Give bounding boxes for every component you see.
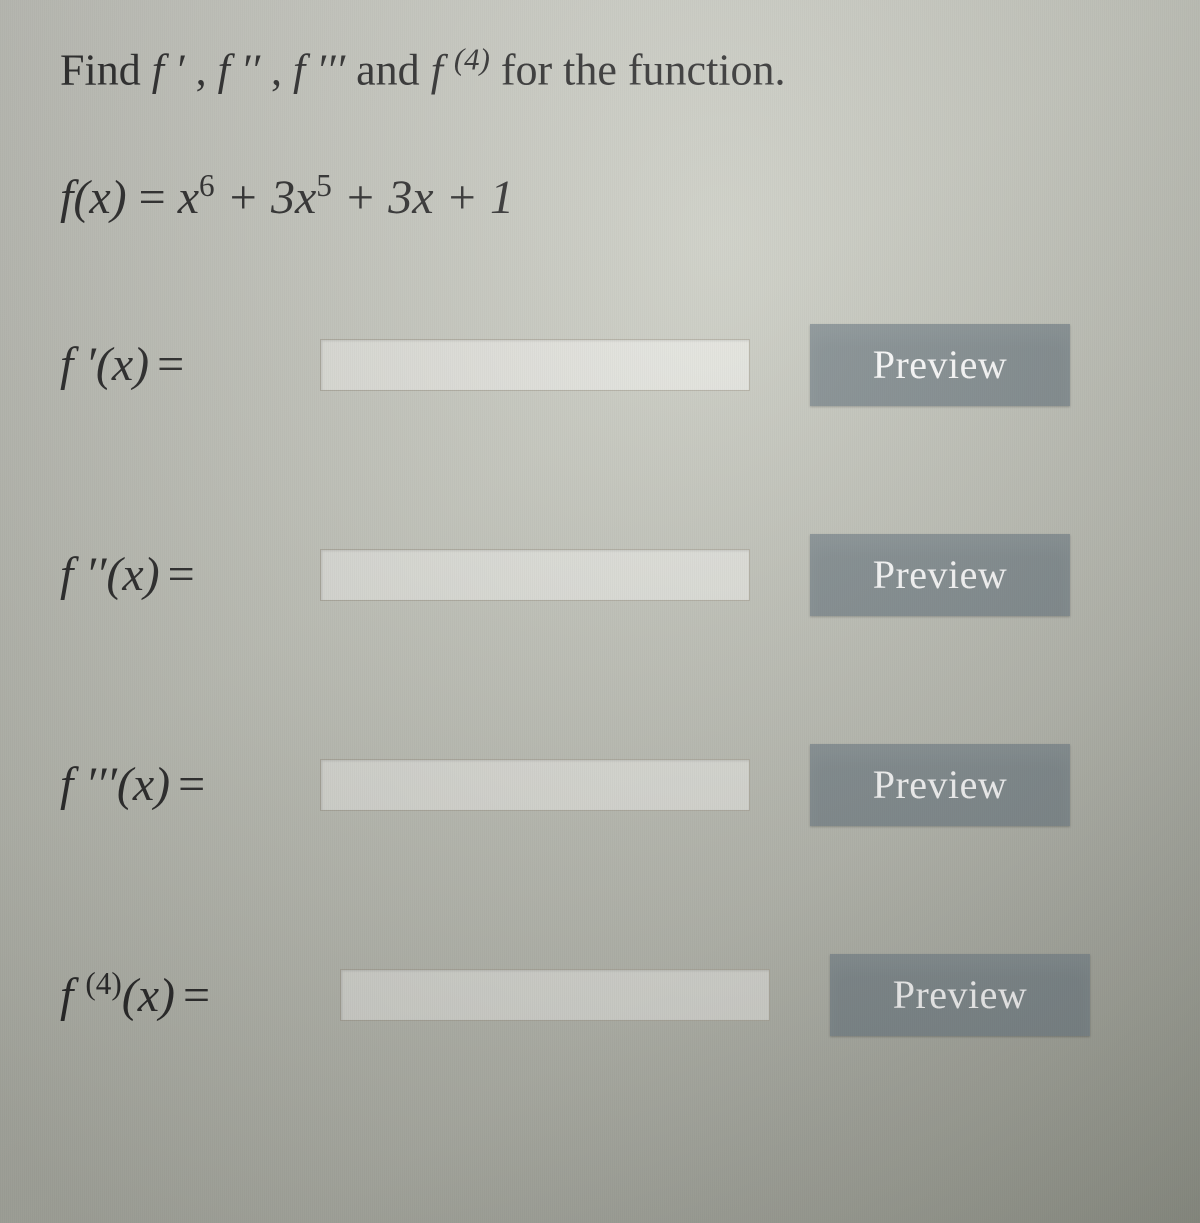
preview-button-f-prime[interactable]: Preview xyxy=(810,324,1070,406)
preview-button-f-triple-prime[interactable]: Preview xyxy=(810,744,1070,826)
function-definition: f(x) = x6 + 3x5 + 3x + 1 xyxy=(60,168,1150,225)
prompt-f3: f ′′′ xyxy=(293,46,345,95)
func-eq: = xyxy=(139,171,178,224)
preview-button-f-fourth[interactable]: Preview xyxy=(830,954,1090,1036)
question-prompt: Find f ′ , f ′′ , f ′′′ and f (4) for th… xyxy=(60,40,1150,98)
prompt-sep2: , xyxy=(271,46,293,95)
row-f-fourth: f (4)(x)= Preview xyxy=(60,955,1150,1035)
row-f-double-prime: f ′′(x)= Preview xyxy=(60,535,1150,615)
prompt-f4-sup: (4) xyxy=(454,42,490,76)
prompt-f4-base: f xyxy=(431,46,454,95)
input-f-double-prime[interactable] xyxy=(320,549,750,601)
prompt-f1: f ′ xyxy=(152,46,185,95)
prompt-and: and xyxy=(356,46,431,95)
prompt-prefix: Find xyxy=(60,46,152,95)
row-f-prime: f ′(x)= Preview xyxy=(60,325,1150,405)
label-f-double-prime: f ′′(x)= xyxy=(60,547,320,602)
prompt-f2: f ′′ xyxy=(218,46,260,95)
prompt-suffix: for the function. xyxy=(501,46,786,95)
prompt-sep1: , xyxy=(196,46,218,95)
input-f-fourth[interactable] xyxy=(340,969,770,1021)
label-f-fourth: f (4)(x)= xyxy=(60,966,340,1023)
row-f-triple-prime: f ′′′(x)= Preview xyxy=(60,745,1150,825)
answer-rows: f ′(x)= Preview f ′′(x)= Preview f ′′′(x… xyxy=(60,325,1150,1035)
label-f-prime: f ′(x)= xyxy=(60,337,320,392)
input-f-triple-prime[interactable] xyxy=(320,759,750,811)
preview-button-f-double-prime[interactable]: Preview xyxy=(810,534,1070,616)
input-f-prime[interactable] xyxy=(320,339,750,391)
label-f-triple-prime: f ′′′(x)= xyxy=(60,757,320,812)
func-lhs: f(x) xyxy=(60,171,127,224)
func-rhs: x6 + 3x5 + 3x + 1 xyxy=(178,171,514,224)
